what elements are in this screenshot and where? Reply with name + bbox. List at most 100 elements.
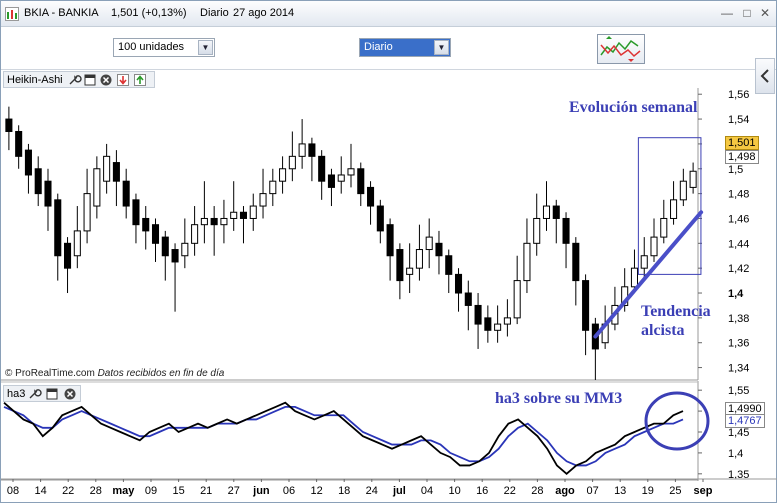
minimize-icon[interactable]: — <box>719 5 735 21</box>
trading-signals-icon <box>600 36 641 62</box>
chevron-down-icon[interactable]: ▼ <box>198 40 213 55</box>
candle-body <box>15 130 23 157</box>
x-tick-label: jul <box>392 485 406 497</box>
candle-body <box>288 155 296 170</box>
x-tick-label: may <box>112 485 135 497</box>
candle-body <box>425 236 433 251</box>
move-down-icon[interactable] <box>117 74 129 86</box>
period-select[interactable]: Diario ▼ <box>359 38 451 57</box>
candle-body <box>279 168 287 182</box>
x-tick-label: 10 <box>448 485 460 497</box>
x-tick-label: 28 <box>531 485 543 497</box>
move-up-icon[interactable] <box>134 74 146 86</box>
candle-body <box>464 292 472 306</box>
indicator-y-tick-label: 1,55 <box>728 385 749 397</box>
candle-body <box>689 170 697 188</box>
candle-body <box>5 118 13 132</box>
y-tick-label: 1,5 <box>728 164 743 176</box>
title-period: Diario <box>200 7 229 19</box>
x-tick-label: 12 <box>310 485 322 497</box>
candle-body <box>122 180 130 207</box>
candle-body <box>64 242 72 269</box>
candle-body <box>582 280 590 331</box>
candle-body <box>318 155 326 182</box>
candle-body <box>259 193 267 207</box>
y-tick-label: 1,48 <box>728 189 749 201</box>
candle-body <box>533 217 541 244</box>
y-tick-label: 1,54 <box>728 114 749 126</box>
candle-body <box>132 199 140 226</box>
candle-body <box>200 217 208 226</box>
price-panel-header: Heikin-Ashi <box>3 71 155 88</box>
chevron-down-icon[interactable]: ▼ <box>434 40 449 55</box>
x-tick-label: 14 <box>34 485 46 497</box>
candle-body <box>562 217 570 244</box>
candle-body <box>670 199 678 219</box>
candle-body <box>239 211 248 219</box>
candle-body <box>181 242 189 257</box>
y-tick-label: 1,4 <box>728 288 744 300</box>
mm3-line <box>3 406 684 467</box>
close-circle-icon[interactable] <box>100 74 112 86</box>
data-credit: © ProRealTime.com Datos recibidos en fin… <box>5 368 224 379</box>
candle-body <box>386 224 394 257</box>
maximize-icon[interactable]: □ <box>739 5 755 21</box>
candle-body <box>142 217 150 232</box>
last-price-box: 1,501 <box>725 136 759 150</box>
candle-body <box>93 168 101 207</box>
candle-body <box>24 149 32 176</box>
x-axis: 08 14 22 28 may 09 15 21 27 jun 06 12 18 24 jul 04 10 16 2… <box>1 478 777 497</box>
candle-body <box>171 249 179 263</box>
x-tick-label: jun <box>252 485 270 497</box>
x-tick-label: 24 <box>366 485 378 497</box>
x-tick-label: sep <box>694 485 713 497</box>
candle-body <box>298 143 306 157</box>
x-tick-label: 15 <box>172 485 184 497</box>
candle-body <box>542 205 551 219</box>
y-tick-label: 1,38 <box>728 313 749 325</box>
mm3-value-box: 1,4767 <box>725 414 765 428</box>
indicator-chart: 1,551,51,451,41,35 <box>1 381 749 481</box>
candle-body <box>112 162 120 182</box>
x-tick-label: ago <box>555 485 575 497</box>
wrench-icon[interactable] <box>68 74 82 86</box>
indicator-y-tick-label: 1,4 <box>728 448 743 460</box>
credit-note: Datos recibidos en fin de día <box>97 368 225 379</box>
quantity-select[interactable]: 100 unidades ▼ <box>113 38 215 57</box>
candle-body <box>210 217 218 226</box>
x-tick-label: 18 <box>338 485 350 497</box>
candle-body <box>474 304 482 325</box>
candle-body <box>269 180 277 195</box>
candle-body <box>454 273 463 294</box>
candle-body <box>249 205 257 219</box>
x-tick-label: 19 <box>642 485 654 497</box>
candle-body <box>308 143 316 157</box>
candle-body <box>513 280 521 319</box>
highlight-circle <box>644 391 710 451</box>
quantity-select-value: 100 unidades <box>118 41 185 53</box>
annotation-weekly: Evolución semanal <box>569 99 698 116</box>
y-tick-label: 1,34 <box>728 363 749 375</box>
x-tick-label: 13 <box>614 485 626 497</box>
price-marker-box: 1,498 <box>725 150 759 164</box>
close-icon[interactable]: ✕ <box>757 5 773 21</box>
window-icon[interactable] <box>84 74 96 86</box>
weekly-box <box>637 137 702 275</box>
title-bar: BKIA - BANKIA 1,501 (+0,13%) Diario 27 a… <box>1 1 776 27</box>
y-tick-label: 1,46 <box>728 213 749 225</box>
chart-app-icon <box>5 7 19 21</box>
strategy-button[interactable] <box>597 34 645 64</box>
candle-body <box>357 168 365 195</box>
candle-body <box>34 168 42 195</box>
x-tick-label: 21 <box>200 485 212 497</box>
candle-body <box>337 174 345 182</box>
candle-body <box>640 255 648 269</box>
candle-body <box>484 317 492 331</box>
x-tick-label: 07 <box>586 485 598 497</box>
x-tick-label: 27 <box>228 485 240 497</box>
candle-body <box>376 205 384 232</box>
candle-body <box>435 242 443 257</box>
period-select-value: Diario <box>364 41 393 53</box>
candle-body <box>406 267 414 275</box>
candle-body <box>220 217 228 226</box>
